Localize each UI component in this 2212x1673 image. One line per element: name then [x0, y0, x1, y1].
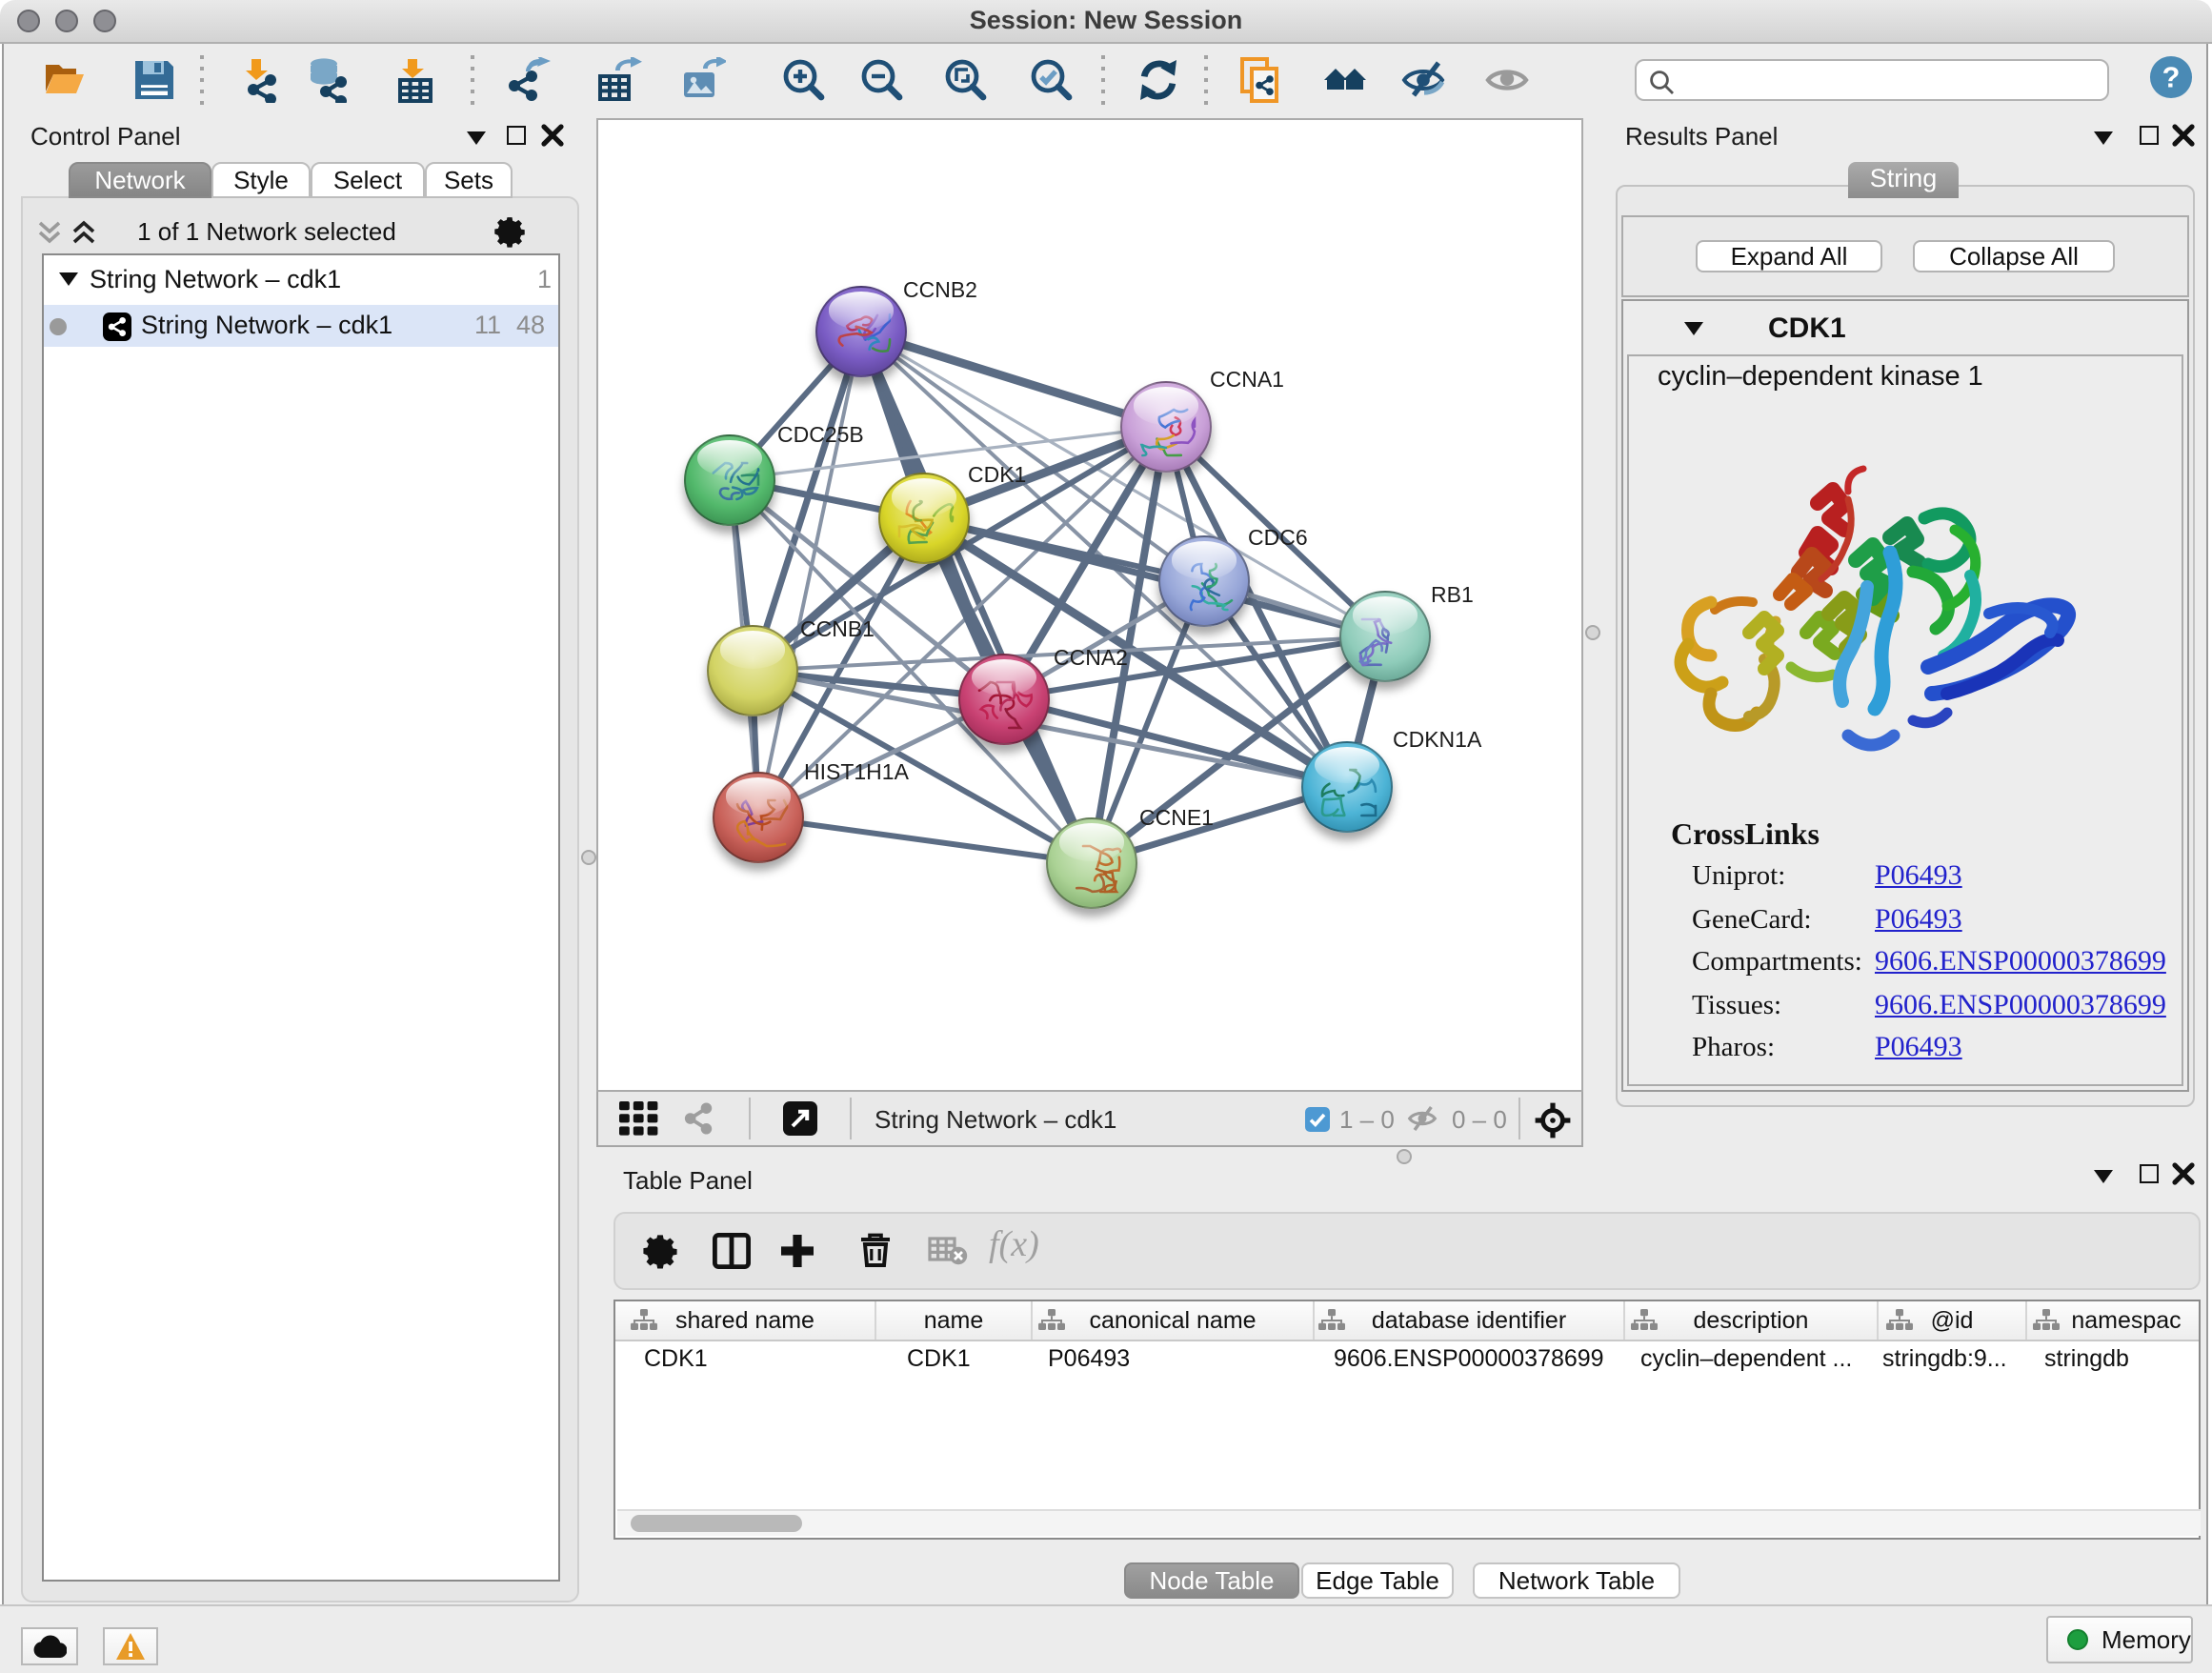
svg-text:?: ? [2162, 62, 2181, 94]
